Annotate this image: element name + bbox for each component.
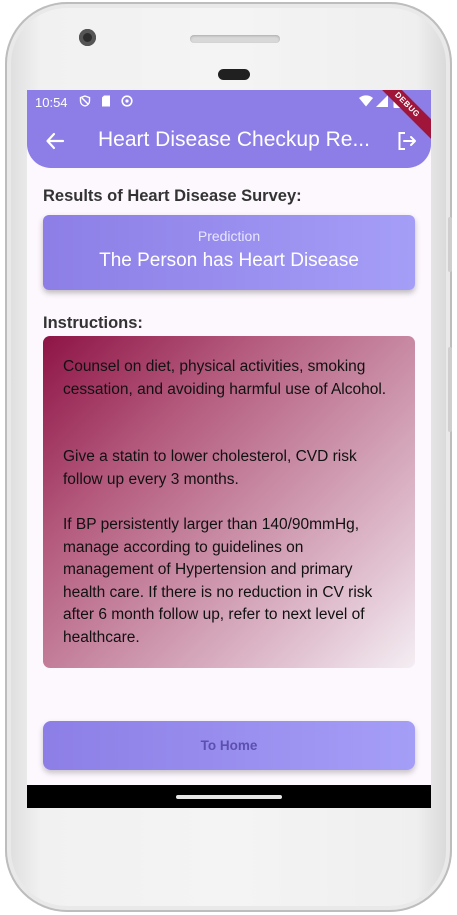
status-time: 10:54 (35, 95, 68, 110)
instruction-paragraph: Give a statin to lower cholesterol, CVD … (63, 448, 357, 488)
results-heading: Results of Heart Disease Survey: (43, 187, 302, 205)
instruction-paragraph: Counsel on diet, physical activities, sm… (63, 358, 387, 398)
sd-card-icon (101, 95, 111, 107)
face-icon (121, 95, 133, 107)
earpiece-speaker (190, 35, 280, 43)
back-arrow-icon[interactable] (44, 130, 66, 152)
wifi-icon (359, 95, 373, 107)
page-title: Heart Disease Checkup Re... (98, 128, 370, 151)
volume-button (448, 217, 452, 272)
home-gesture-handle[interactable] (176, 795, 282, 799)
prediction-label: Prediction (197, 228, 261, 244)
proximity-sensor (218, 69, 250, 80)
instructions-heading: Instructions: (43, 314, 143, 332)
app-screen: 10:54 Heart Disease Checkup Re... DEBUG … (27, 90, 431, 808)
app-bar: 10:54 Heart Disease Checkup Re... DEBUG (27, 90, 431, 168)
signal-icon (376, 95, 388, 107)
to-home-button[interactable]: To Home (43, 721, 415, 770)
prediction-card: Prediction The Person has Heart Disease (43, 215, 415, 290)
status-bar: 10:54 (27, 90, 431, 114)
power-button (448, 347, 452, 432)
instruction-paragraph: If BP persistently larger than 140/90mmH… (63, 516, 373, 646)
navigation-bar (27, 785, 431, 808)
logout-icon[interactable] (396, 130, 418, 152)
prediction-value: The Person has Heart Disease (99, 250, 359, 271)
privacy-shield-icon (79, 95, 91, 107)
front-camera (79, 29, 96, 46)
instructions-card: Counsel on diet, physical activities, sm… (43, 336, 415, 668)
